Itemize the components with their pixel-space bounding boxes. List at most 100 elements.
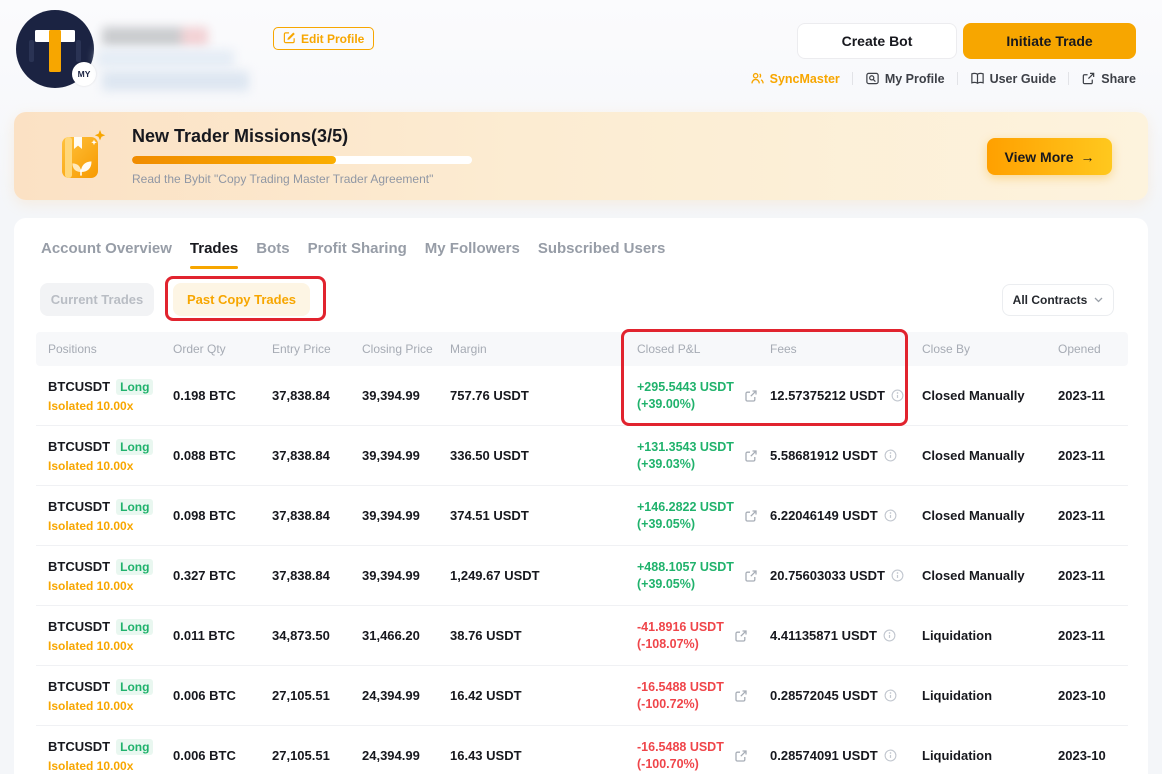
external-link-icon[interactable] xyxy=(744,449,758,463)
order-qty-cell: 0.098 BTC xyxy=(173,508,272,523)
view-more-button[interactable]: View More → xyxy=(987,138,1112,175)
symbol-label: BTCUSDT xyxy=(48,619,110,634)
table-row[interactable]: BTCUSDT Long Isolated 10.00x 0.098 BTC 3… xyxy=(36,486,1128,546)
col-header-closed-p-l: Closed P&L xyxy=(637,342,770,356)
opened-cell: 2023-11 xyxy=(1058,568,1118,583)
entry-price-cell: 37,838.84 xyxy=(272,388,362,403)
tab-profit-sharing[interactable]: Profit Sharing xyxy=(307,240,408,269)
trades-card: Account Overview Trades Bots Profit Sharing… xyxy=(14,218,1148,774)
external-link-icon[interactable] xyxy=(744,509,758,523)
tab-account-overview[interactable]: Account Overview xyxy=(40,240,173,269)
external-link-icon[interactable] xyxy=(734,629,748,643)
closing-price-cell: 24,394.99 xyxy=(362,748,450,763)
tab-bots[interactable]: Bots xyxy=(255,240,290,269)
link-user-guide[interactable]: User Guide xyxy=(970,71,1057,86)
missions-title: New Trader Missions(3/5) xyxy=(132,126,472,147)
info-icon[interactable] xyxy=(884,509,897,522)
close-by-cell: Closed Manually xyxy=(922,508,1058,523)
closing-price-cell: 31,466.20 xyxy=(362,628,450,643)
link-my-profile[interactable]: My Profile xyxy=(865,71,945,86)
pnl-value: +146.2822 USDT xyxy=(637,499,734,516)
table-row[interactable]: BTCUSDT Long Isolated 10.00x 0.006 BTC 2… xyxy=(36,666,1128,726)
table-row[interactable]: BTCUSDT Long Isolated 10.00x 0.327 BTC 3… xyxy=(36,546,1128,606)
info-icon[interactable] xyxy=(884,449,897,462)
opened-cell: 2023-11 xyxy=(1058,508,1118,523)
info-icon[interactable] xyxy=(884,689,897,702)
pnl-percent: (-108.07%) xyxy=(637,636,724,653)
symbol-label: BTCUSDT xyxy=(48,439,110,454)
col-header-fees: Fees xyxy=(770,342,922,356)
blurred-username xyxy=(102,27,208,46)
external-link-icon[interactable] xyxy=(734,749,748,763)
link-label: User Guide xyxy=(990,72,1057,86)
close-by-cell: Closed Manually xyxy=(922,388,1058,403)
tab-my-followers[interactable]: My Followers xyxy=(424,240,521,269)
close-by-cell: Closed Manually xyxy=(922,448,1058,463)
blurred-profile-line2 xyxy=(102,71,249,91)
fees-cell: 6.22046149 USDT xyxy=(770,508,922,523)
contracts-filter-dropdown[interactable]: All Contracts xyxy=(1002,284,1114,316)
pnl-value: +295.5443 USDT xyxy=(637,379,734,396)
info-icon[interactable] xyxy=(884,749,897,762)
close-by-cell: Liquidation xyxy=(922,628,1058,643)
pnl-percent: (+39.05%) xyxy=(637,576,734,593)
fees-value: 0.28574091 USDT xyxy=(770,748,878,763)
external-link-icon[interactable] xyxy=(744,569,758,583)
table-row[interactable]: BTCUSDT Long Isolated 10.00x 0.088 BTC 3… xyxy=(36,426,1128,486)
external-link-icon[interactable] xyxy=(744,389,758,403)
position-cell: BTCUSDT Long Isolated 10.00x xyxy=(48,379,173,413)
blurred-profile-line xyxy=(97,50,234,67)
header-links: SyncMaster My Profile User Guide Share xyxy=(750,71,1136,86)
leverage-label: Isolated 10.00x xyxy=(48,579,173,593)
external-link-icon[interactable] xyxy=(734,689,748,703)
current-trades-button[interactable]: Current Trades xyxy=(40,283,154,316)
my-profile-icon xyxy=(865,71,880,86)
pnl-percent: (+39.05%) xyxy=(637,516,734,533)
closing-price-cell: 39,394.99 xyxy=(362,388,450,403)
table-row[interactable]: BTCUSDT Long Isolated 10.00x 0.011 BTC 3… xyxy=(36,606,1128,666)
closed-pnl-cell: +131.3543 USDT (+39.03%) xyxy=(637,439,770,473)
fees-value: 6.22046149 USDT xyxy=(770,508,878,523)
edit-profile-label: Edit Profile xyxy=(301,32,364,46)
closed-pnl-cell: -41.8916 USDT (-108.07%) xyxy=(637,619,770,653)
margin-cell: 1,249.67 USDT xyxy=(450,568,637,583)
opened-cell: 2023-11 xyxy=(1058,448,1118,463)
position-cell: BTCUSDT Long Isolated 10.00x xyxy=(48,559,173,593)
divider xyxy=(957,72,958,85)
missions-subtitle: Read the Bybit "Copy Trading Master Trad… xyxy=(132,172,472,186)
pnl-percent: (+39.03%) xyxy=(637,456,734,473)
table-body: BTCUSDT Long Isolated 10.00x 0.198 BTC 3… xyxy=(36,366,1128,774)
leverage-label: Isolated 10.00x xyxy=(48,459,173,473)
order-qty-cell: 0.327 BTC xyxy=(173,568,272,583)
closing-price-cell: 24,394.99 xyxy=(362,688,450,703)
info-icon[interactable] xyxy=(891,569,904,582)
link-share[interactable]: Share xyxy=(1081,71,1136,86)
table-row[interactable]: BTCUSDT Long Isolated 10.00x 0.198 BTC 3… xyxy=(36,366,1128,426)
link-syncmaster[interactable]: SyncMaster xyxy=(750,71,840,86)
symbol-label: BTCUSDT xyxy=(48,379,110,394)
order-qty-cell: 0.011 BTC xyxy=(173,628,272,643)
tab-trades[interactable]: Trades xyxy=(189,240,239,269)
position-cell: BTCUSDT Long Isolated 10.00x xyxy=(48,619,173,653)
tab-subscribed-users[interactable]: Subscribed Users xyxy=(537,240,667,269)
chevron-down-icon xyxy=(1094,297,1103,303)
col-header-opened: Opened xyxy=(1058,342,1128,356)
info-icon[interactable] xyxy=(891,389,904,402)
margin-cell: 16.42 USDT xyxy=(450,688,637,703)
leverage-label: Isolated 10.00x xyxy=(48,519,173,533)
edit-profile-button[interactable]: Edit Profile xyxy=(273,27,374,50)
view-more-label: View More xyxy=(1005,149,1074,165)
sync-master-icon xyxy=(750,71,765,86)
table-row[interactable]: BTCUSDT Long Isolated 10.00x 0.006 BTC 2… xyxy=(36,726,1128,774)
initiate-trade-button[interactable]: Initiate Trade xyxy=(963,23,1136,59)
margin-cell: 38.76 USDT xyxy=(450,628,637,643)
edit-icon xyxy=(283,31,296,47)
info-icon[interactable] xyxy=(883,629,896,642)
closed-pnl-cell: -16.5488 USDT (-100.72%) xyxy=(637,679,770,713)
share-icon xyxy=(1081,71,1096,86)
margin-cell: 16.43 USDT xyxy=(450,748,637,763)
create-bot-button[interactable]: Create Bot xyxy=(797,23,957,59)
avatar[interactable]: MY xyxy=(16,10,94,88)
entry-price-cell: 37,838.84 xyxy=(272,508,362,523)
past-copy-trades-button[interactable]: Past Copy Trades xyxy=(173,283,310,316)
